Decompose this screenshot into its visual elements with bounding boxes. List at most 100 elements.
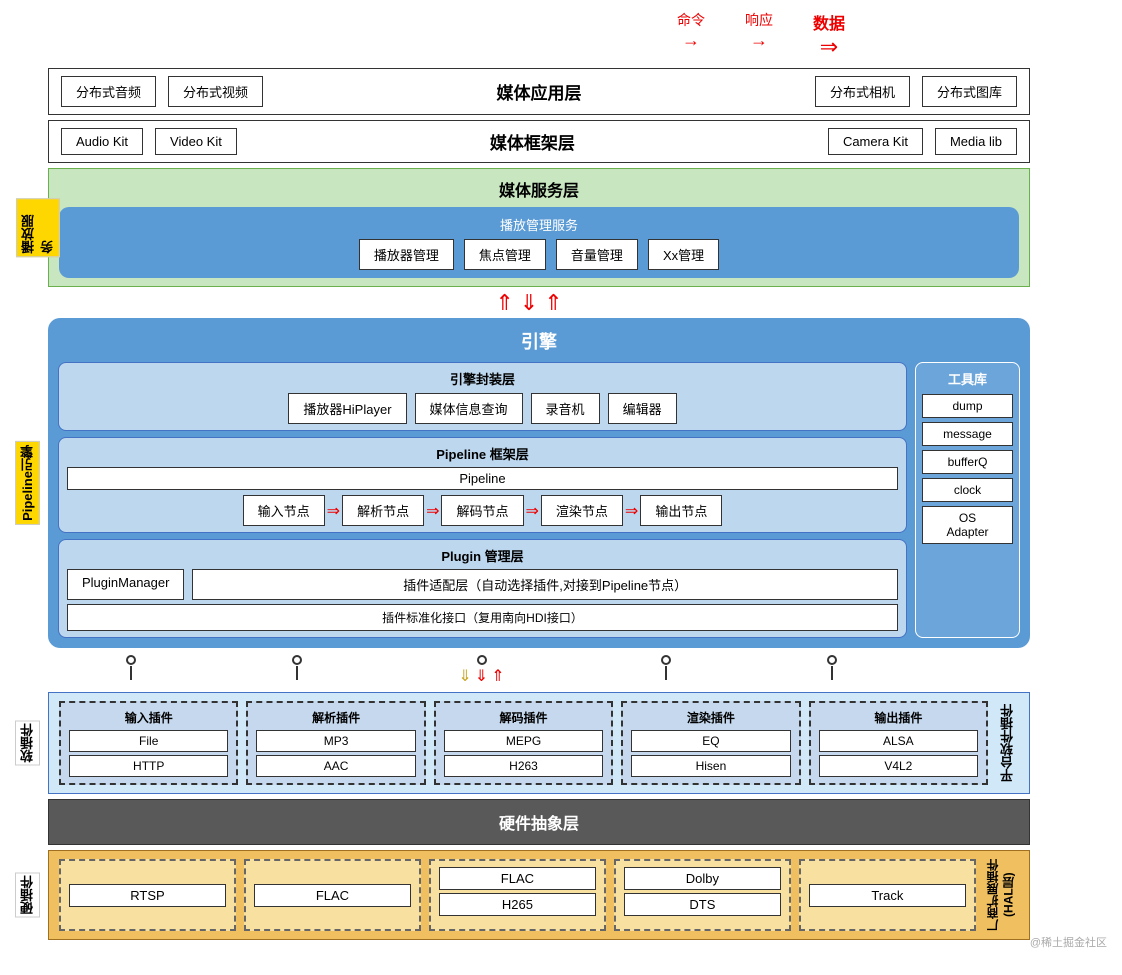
media-service-area: 播放服务 媒体服务层 播放管理服务 播放器管理 焦点管理 音量管理 Xx管理 [48,168,1030,287]
down-arrow-center1: ⇓ [458,666,471,686]
vendor-card2: FLAC [244,859,421,931]
down-arrow-center2: ⇓ [475,666,488,686]
plugin-adapter: 插件适配层（自动选择插件,对接到Pipeline节点） [192,569,898,600]
encap-layer: 引擎封装层 播放器HiPlayer 媒体信息查询 录音机 编辑器 [58,362,907,431]
tool-item1: dump [922,394,1013,418]
platform-plugins-label: 平台软件插件 [996,701,1019,785]
service-item3: 音量管理 [556,239,638,270]
vendor-item1: RTSP [69,884,226,907]
up-arrow-center: ⇑ [491,666,504,686]
output-plugin-title: 输出插件 [819,709,978,726]
output-plugin-item2: V4L2 [819,755,978,777]
decode-plugin-item1: MEPG [444,730,603,752]
pipeline-framework-title: Pipeline 框架层 [67,444,898,463]
connector3-center: ⇓ ⇓ ⇑ [458,655,504,686]
node2: 解析节点 [342,495,424,526]
connector-section: ⇓ ⇓ ⇑ [48,653,915,688]
output-plugin-card: 输出插件 ALSA V4L2 [809,701,988,785]
app-layer-title: 媒体应用层 [275,79,803,104]
tool-item3: bufferQ [922,450,1013,474]
tools-library: 工具库 dump message bufferQ clock OS Adapte… [915,362,1020,638]
encap-item1: 播放器HiPlayer [288,393,406,424]
dot4 [661,655,671,665]
connector2 [292,655,302,680]
framework-item4: Media lib [935,128,1017,155]
parse-plugin-card: 解析插件 MP3 AAC [246,701,425,785]
engine-section: Pipeline引擎 引擎 引擎封装层 播放器HiPlayer 媒体信息查询 [48,318,1030,648]
node-arrow2: ⇒ [426,501,439,521]
encap-item2: 媒体信息查询 [415,393,523,424]
vendor-item4a: Dolby [624,867,781,890]
decode-plugin-item2: H263 [444,755,603,777]
pipeline-engine-label: Pipeline引擎 [15,441,40,525]
vendor-card1: RTSP [59,859,236,931]
top-arrows-section: 命令 → 响应 → 数据 ⇒ [10,10,1112,60]
response-arrow: 响应 → [745,10,773,60]
connector1 [126,655,136,680]
render-plugin-item2: Hisen [631,755,790,777]
connector5 [827,655,837,680]
dot2 [292,655,302,665]
render-plugin-item1: EQ [631,730,790,752]
pipeline-framework: Pipeline 框架层 Pipeline 输入节点 ⇒ 解析节点 ⇒ 解码节点… [58,437,907,533]
hw-plugins-left-label: 硬插件 [15,873,40,918]
vendor-card4: Dolby DTS [614,859,791,931]
app-layer-item4: 分布式图库 [922,76,1017,107]
vendor-card5: Track [799,859,976,931]
mid-arrows: ⇑ ⇓ ⇑ [28,292,1030,314]
node1: 输入节点 [243,495,325,526]
service-item1: 播放器管理 [359,239,454,270]
plugin-title: Plugin 管理层 [67,546,898,565]
vendor-plugins-label: 厂商扩展插件 (HAL层) [984,859,1019,931]
vendor-item4b: DTS [624,893,781,916]
dot1 [126,655,136,665]
decode-plugin-card: 解码插件 MEPG H263 [434,701,613,785]
sw-plugins-section: 软插件 输入插件 File HTTP 解析插件 MP3 AAC [48,692,1030,794]
vendor-area: RTSP FLAC FLAC H265 Dolby DTS [48,850,1030,940]
framework-item1: Audio Kit [61,128,143,155]
command-arrow-icon: → [682,30,700,51]
service-item2: 焦点管理 [464,239,546,270]
playback-service-left-label: 播放服务 [16,198,60,257]
tools-title: 工具库 [922,369,1013,388]
sw-plugins-left-label: 软插件 [15,721,40,766]
playback-mgmt-area: 播放管理服务 播放器管理 焦点管理 音量管理 Xx管理 [59,207,1019,278]
input-plugin-card: 输入插件 File HTTP [59,701,238,785]
down-arrow1: ⇓ [520,292,538,314]
response-label: 响应 [745,10,773,30]
app-layer-item2: 分布式视频 [168,76,263,107]
parse-plugin-title: 解析插件 [256,709,415,726]
plugin-interface: 插件标准化接口（复用南向HDI接口） [67,604,898,631]
tool-item5: OS Adapter [922,506,1013,544]
render-plugin-card: 渲染插件 EQ Hisen [621,701,800,785]
app-layer-item3: 分布式相机 [815,76,910,107]
data-label: 数据 [813,10,845,34]
vendor-item2: FLAC [254,884,411,907]
node-arrow1: ⇒ [327,501,340,521]
hal-title: 硬件抽象层 [61,810,1017,834]
node-arrow3: ⇒ [526,501,539,521]
pipeline-bar: Pipeline [67,467,898,490]
node5: 输出节点 [640,495,722,526]
hal-layer: 硬件抽象层 [48,799,1030,845]
plugin-manager: PluginManager [67,569,184,600]
node4: 渲染节点 [541,495,623,526]
up-arrow2: ⇑ [544,292,562,314]
framework-layer: Audio Kit Video Kit 媒体框架层 Camera Kit Med… [48,120,1030,163]
parse-plugin-item2: AAC [256,755,415,777]
command-label: 命令 [677,10,705,30]
dot5 [827,655,837,665]
encap-item4: 编辑器 [608,393,677,424]
vendor-plugins-section: 硬插件 RTSP FLAC FLAC H265 [48,850,1030,940]
app-layer: 分布式音频 分布式视频 媒体应用层 分布式相机 分布式图库 [48,68,1030,115]
data-arrow: 数据 ⇒ [813,10,845,60]
sw-plugins-area: 输入插件 File HTTP 解析插件 MP3 AAC 解码插件 MEPG [48,692,1030,794]
tool-item2: message [922,422,1013,446]
vendor-item5: Track [809,884,966,907]
encap-item3: 录音机 [531,393,600,424]
parse-plugin-item1: MP3 [256,730,415,752]
vendor-item3a: FLAC [439,867,596,890]
plugin-mgmt: Plugin 管理层 PluginManager 插件适配层（自动选择插件,对接… [58,539,907,638]
decode-plugin-title: 解码插件 [444,709,603,726]
output-plugin-item1: ALSA [819,730,978,752]
